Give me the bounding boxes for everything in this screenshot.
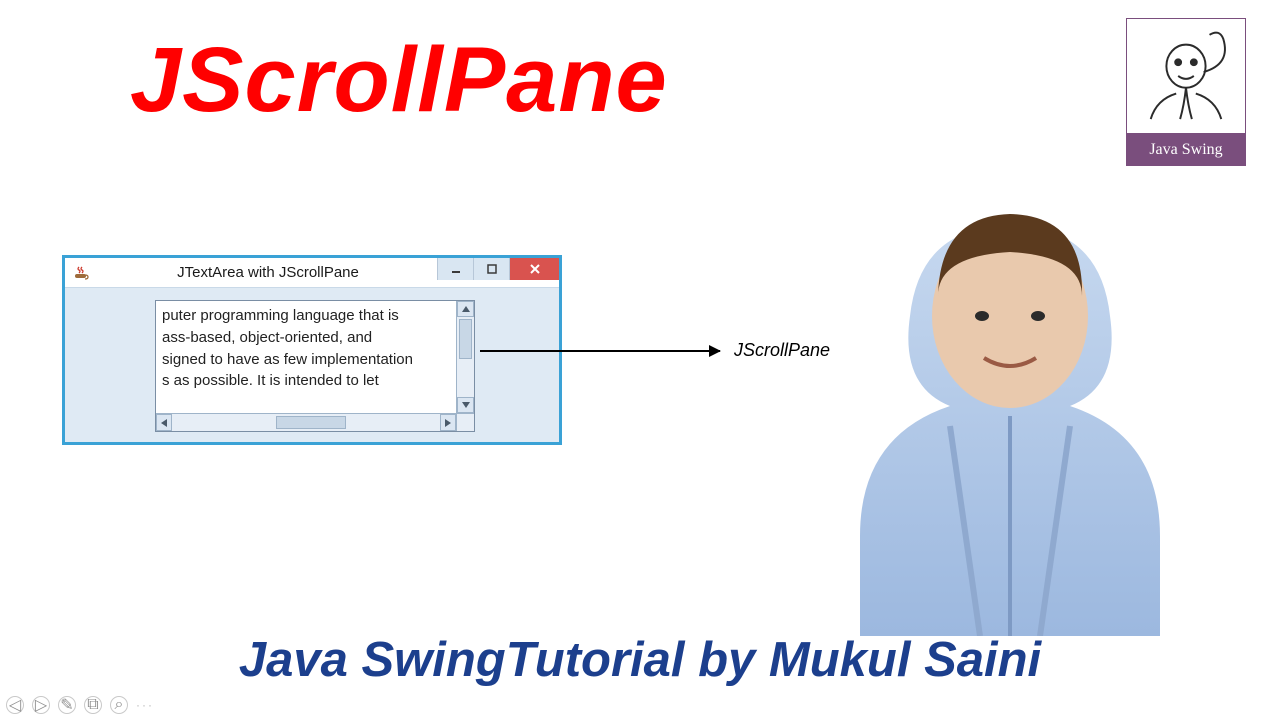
jscrollpane: puter programming language that is ass-b… [155,300,475,432]
slide-title: JScrollPane [130,28,668,133]
copy-icon: ⧉ [87,696,98,714]
window-titlebar[interactable]: JTextArea with JScrollPane [65,258,559,288]
monkey-icon [1137,25,1235,133]
window-body: puter programming language that is ass-b… [65,288,559,442]
java-cup-icon [73,265,89,281]
text-line: signed to have as few implementation [162,349,450,371]
textarea-viewport[interactable]: puter programming language that is ass-b… [156,301,456,413]
annotation-arrow [480,350,720,352]
chevron-left-icon: ◁ [9,695,21,715]
zoom-button[interactable]: ⌕ [110,696,128,714]
scrollbar-corner [456,413,474,431]
text-line: s as possible. It is intended to let [162,370,450,392]
minimize-button[interactable] [437,258,473,280]
vertical-scrollbar[interactable] [456,301,474,413]
horizontal-scrollbar[interactable] [156,413,456,431]
footer-text: Java SwingTutorial by Mukul Saini [0,632,1280,688]
more-icon: ··· [136,698,154,712]
text-line: ass-based, object-oriented, and [162,327,450,349]
textarea-content[interactable]: puter programming language that is ass-b… [162,305,450,392]
chevron-right-icon: ▷ [35,695,47,715]
maximize-button[interactable] [473,258,509,280]
pen-button[interactable]: ✎ [58,696,76,714]
window-controls [437,258,559,282]
next-slide-button[interactable]: ▷ [32,696,50,714]
slide-root: JScrollPane Java Swing [0,0,1280,720]
text-line: puter programming language that is [162,305,450,327]
horizontal-scrollbar-thumb[interactable] [276,416,346,429]
presenter-photo [800,136,1220,636]
vertical-scrollbar-thumb[interactable] [459,319,472,359]
scroll-down-arrow-icon[interactable] [457,397,474,413]
scroll-right-arrow-icon[interactable] [440,414,456,431]
slide-nav: ◁ ▷ ✎ ⧉ ⌕ ··· [6,696,154,714]
zoom-icon: ⌕ [115,696,124,714]
scroll-up-arrow-icon[interactable] [457,301,474,317]
close-button[interactable] [509,258,559,280]
pen-icon: ✎ [60,695,73,715]
copy-button[interactable]: ⧉ [84,696,102,714]
prev-slide-button[interactable]: ◁ [6,696,24,714]
scroll-left-arrow-icon[interactable] [156,414,172,431]
more-button[interactable]: ··· [136,696,154,714]
